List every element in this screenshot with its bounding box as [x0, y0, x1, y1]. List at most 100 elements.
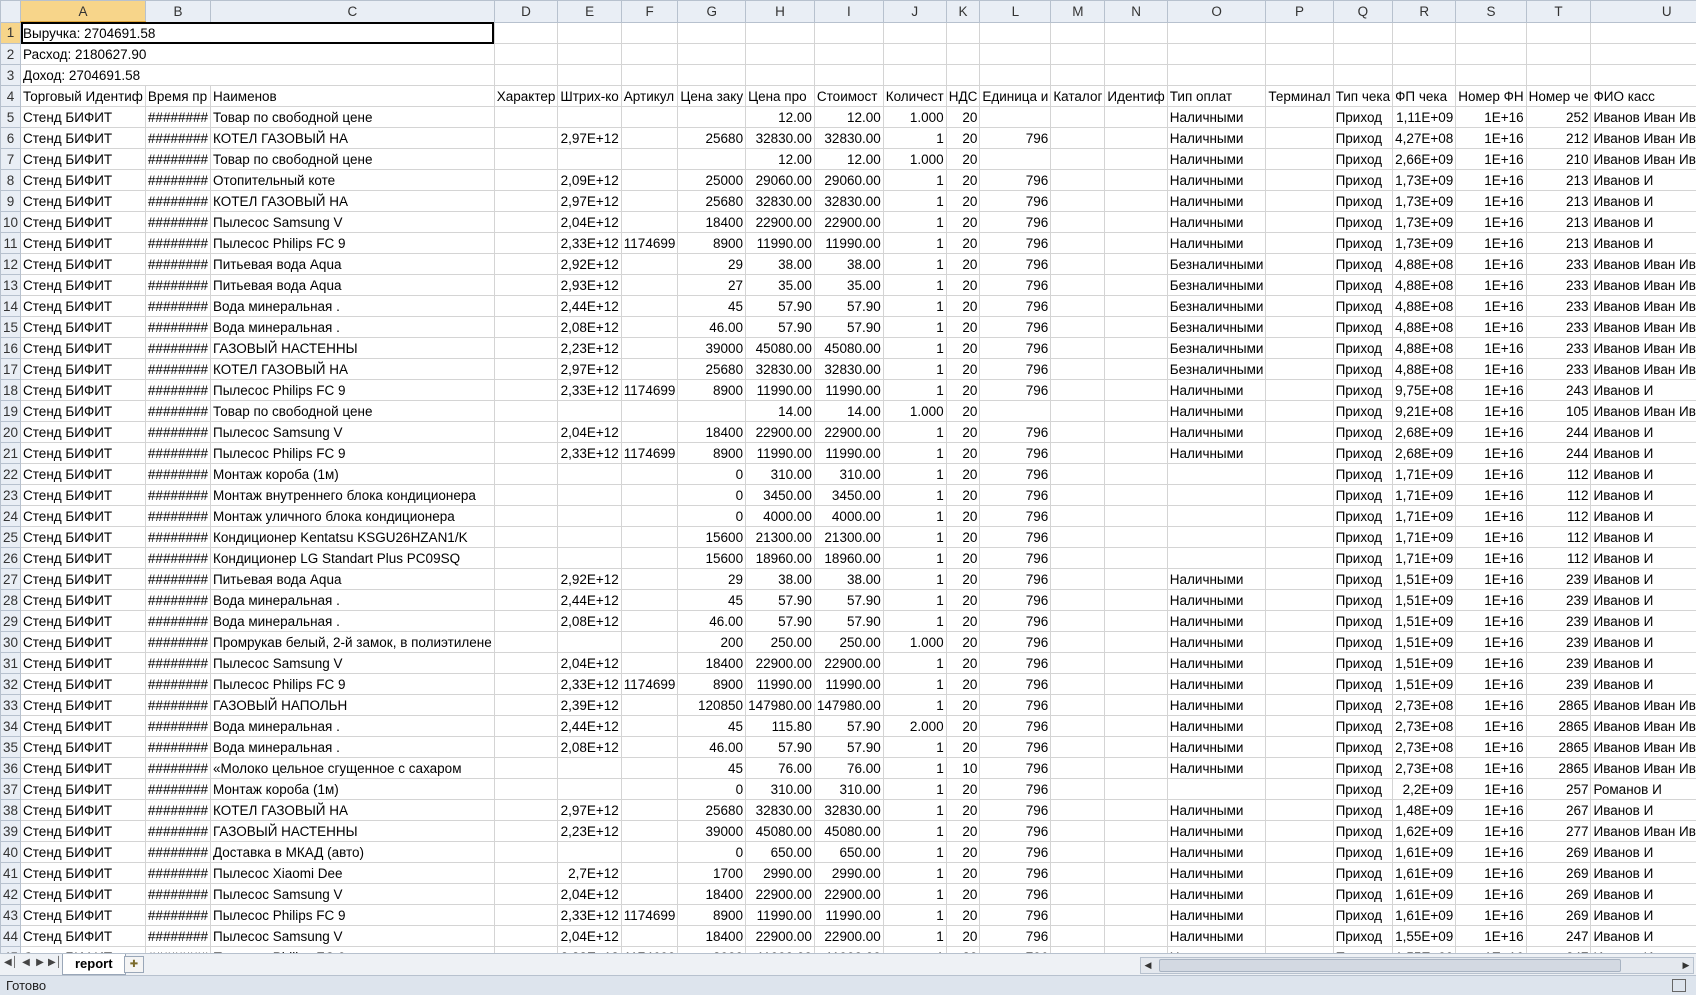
data-cell[interactable]: Наличными [1167, 674, 1266, 695]
data-cell[interactable]: 650.00 [814, 842, 883, 863]
data-cell[interactable]: 233 [1526, 296, 1591, 317]
data-cell[interactable]: 796 [980, 338, 1051, 359]
data-cell[interactable] [494, 359, 558, 380]
data-cell[interactable]: 11990.00 [746, 380, 815, 401]
data-cell[interactable]: 1,71E+09 [1393, 527, 1456, 548]
row-header[interactable]: 41 [1, 863, 21, 884]
data-cell[interactable] [1105, 548, 1167, 569]
column-header-b[interactable]: B [145, 1, 210, 23]
data-cell[interactable] [494, 422, 558, 443]
data-cell[interactable] [1105, 905, 1167, 926]
data-cell[interactable]: 2,93E+12 [558, 275, 621, 296]
data-cell[interactable]: 20 [946, 485, 980, 506]
data-cell[interactable] [621, 548, 678, 569]
data-cell[interactable]: 310.00 [814, 779, 883, 800]
data-cell[interactable]: Приход [1333, 779, 1393, 800]
data-cell[interactable] [1266, 401, 1333, 422]
data-cell[interactable]: 112 [1526, 506, 1591, 527]
data-cell[interactable] [494, 800, 558, 821]
data-cell[interactable]: Приход [1333, 653, 1393, 674]
data-cell[interactable]: 1 [883, 926, 946, 947]
data-cell[interactable] [1167, 506, 1266, 527]
data-cell[interactable]: 20 [946, 779, 980, 800]
data-cell[interactable] [1051, 884, 1105, 905]
data-cell[interactable]: КОТЕЛ ГАЗОВЫЙ НА [211, 359, 495, 380]
data-cell[interactable]: 2,73E+08 [1393, 737, 1456, 758]
data-cell[interactable]: 20 [946, 737, 980, 758]
data-cell[interactable]: 1 [883, 758, 946, 779]
data-cell[interactable]: 1 [883, 779, 946, 800]
data-cell[interactable]: Наличными [1167, 905, 1266, 926]
data-cell[interactable]: Приход [1333, 275, 1393, 296]
data-cell[interactable]: Стенд БИФИТ [21, 359, 146, 380]
column-title[interactable]: Номер ФН [1456, 86, 1526, 107]
data-cell[interactable] [1105, 884, 1167, 905]
data-cell[interactable]: 20 [946, 191, 980, 212]
data-cell[interactable]: 25000 [678, 170, 746, 191]
data-cell[interactable] [621, 842, 678, 863]
data-cell[interactable]: 796 [980, 821, 1051, 842]
cell[interactable] [1526, 44, 1591, 65]
column-title[interactable]: Время пр [145, 86, 210, 107]
data-cell[interactable]: 796 [980, 443, 1051, 464]
cell[interactable] [946, 65, 980, 86]
data-cell[interactable]: 1E+16 [1456, 926, 1526, 947]
data-cell[interactable]: Стенд БИФИТ [21, 905, 146, 926]
data-cell[interactable]: 20 [946, 548, 980, 569]
data-cell[interactable] [494, 737, 558, 758]
data-cell[interactable]: 1E+16 [1456, 590, 1526, 611]
data-cell[interactable]: Стенд БИФИТ [21, 926, 146, 947]
cell[interactable] [883, 22, 946, 44]
data-cell[interactable]: 2,2E+09 [1393, 779, 1456, 800]
data-cell[interactable] [494, 611, 558, 632]
data-cell[interactable]: 27 [678, 275, 746, 296]
data-cell[interactable]: 1E+16 [1456, 779, 1526, 800]
data-cell[interactable]: 796 [980, 212, 1051, 233]
data-cell[interactable] [1105, 737, 1167, 758]
data-cell[interactable]: Иванов И [1591, 611, 1696, 632]
column-header-h[interactable]: H [746, 1, 815, 23]
data-cell[interactable] [1266, 842, 1333, 863]
macro-record-icon[interactable] [1672, 979, 1686, 992]
data-cell[interactable] [621, 401, 678, 422]
column-title[interactable]: Артикул [621, 86, 678, 107]
column-title[interactable]: Торговый Идентиф [21, 86, 146, 107]
data-cell[interactable]: 239 [1526, 653, 1591, 674]
data-cell[interactable]: Иванов Иван Иванович [1591, 737, 1696, 758]
data-cell[interactable] [1167, 527, 1266, 548]
data-cell[interactable] [1266, 695, 1333, 716]
data-cell[interactable]: 244 [1526, 443, 1591, 464]
data-cell[interactable] [1051, 674, 1105, 695]
data-cell[interactable]: 796 [980, 359, 1051, 380]
data-cell[interactable] [558, 548, 621, 569]
data-cell[interactable]: 1.000 [883, 107, 946, 128]
data-cell[interactable]: 12.00 [746, 149, 815, 170]
data-cell[interactable] [980, 401, 1051, 422]
data-cell[interactable]: Иванов И [1591, 905, 1696, 926]
data-cell[interactable]: 1,51E+09 [1393, 653, 1456, 674]
data-cell[interactable]: Иванов И [1591, 548, 1696, 569]
data-cell[interactable]: 21300.00 [746, 527, 815, 548]
column-header-l[interactable]: L [980, 1, 1051, 23]
data-cell[interactable]: 1E+16 [1456, 359, 1526, 380]
data-cell[interactable]: ГАЗОВЫЙ НАСТЕННЫ [211, 338, 495, 359]
cell[interactable] [980, 65, 1051, 86]
data-cell[interactable]: 20 [946, 338, 980, 359]
data-cell[interactable]: 1E+16 [1456, 170, 1526, 191]
cell[interactable] [1105, 44, 1167, 65]
data-cell[interactable]: 4,88E+08 [1393, 359, 1456, 380]
data-cell[interactable]: 1 [883, 569, 946, 590]
data-cell[interactable]: 1 [883, 338, 946, 359]
data-cell[interactable]: 796 [980, 254, 1051, 275]
data-cell[interactable]: 29 [678, 254, 746, 275]
column-header-r[interactable]: R [1393, 1, 1456, 23]
data-cell[interactable]: Стенд БИФИТ [21, 506, 146, 527]
data-cell[interactable]: 1,61E+09 [1393, 863, 1456, 884]
data-cell[interactable]: 1,48E+09 [1393, 800, 1456, 821]
data-cell[interactable] [1266, 863, 1333, 884]
data-cell[interactable]: 1E+16 [1456, 632, 1526, 653]
data-cell[interactable] [1051, 569, 1105, 590]
data-cell[interactable]: Стенд БИФИТ [21, 422, 146, 443]
cell[interactable] [1266, 22, 1333, 44]
data-cell[interactable]: 15600 [678, 548, 746, 569]
